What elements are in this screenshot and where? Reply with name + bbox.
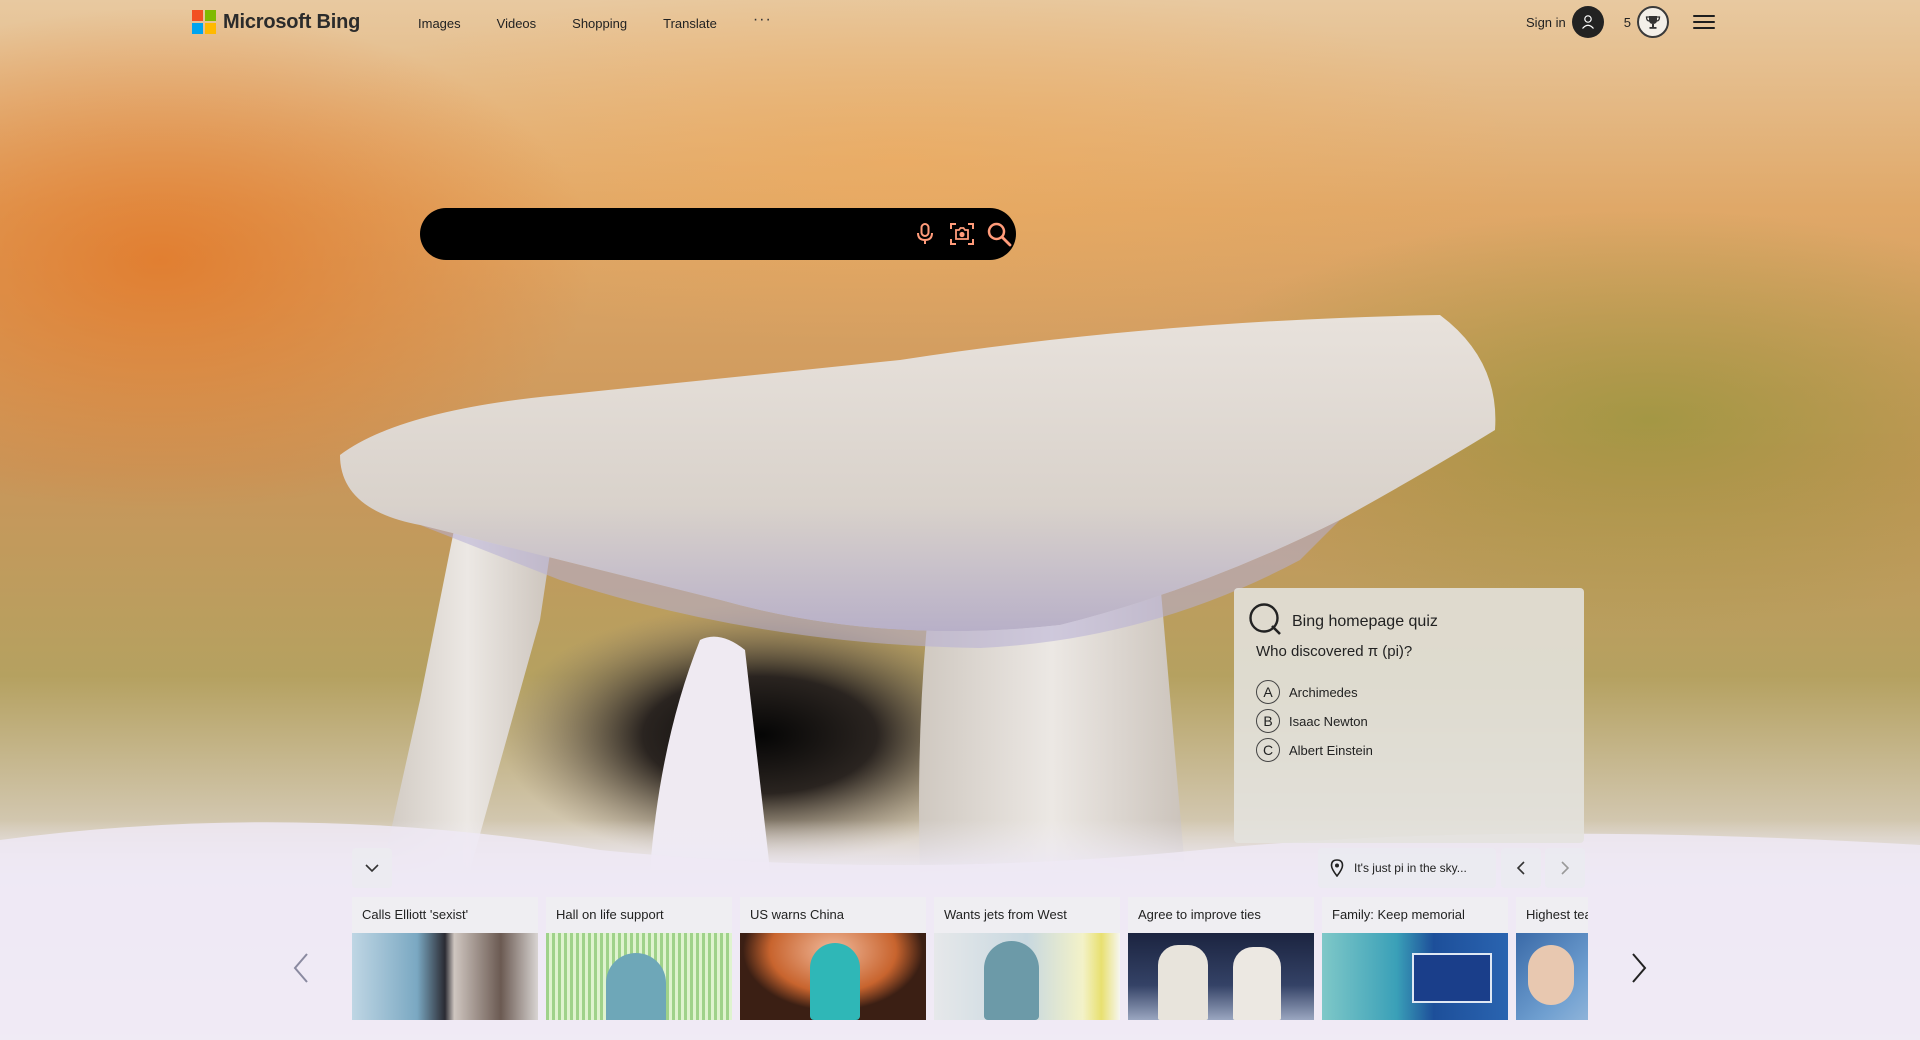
news-card[interactable]: Agree to improve ties — [1128, 897, 1314, 1020]
option-letter: B — [1256, 709, 1280, 733]
chevron-down-icon — [365, 864, 379, 873]
option-text: Isaac Newton — [1289, 713, 1368, 729]
quiz-header[interactable]: Bing homepage quiz — [1248, 602, 1438, 641]
news-card[interactable]: Highest tea — [1516, 897, 1588, 1020]
nav-images[interactable]: Images — [418, 16, 461, 31]
quiz-option-b[interactable]: B Isaac Newton — [1256, 709, 1368, 733]
news-thumbnail — [934, 933, 1120, 1020]
nav-shopping[interactable]: Shopping — [572, 16, 627, 31]
image-info-button[interactable]: It's just pi in the sky... — [1318, 848, 1496, 888]
next-image-button[interactable] — [1545, 848, 1585, 888]
quiz-option-a[interactable]: A Archimedes — [1256, 680, 1358, 704]
microphone-icon[interactable] — [912, 221, 938, 247]
rewards-count[interactable]: 5 — [1624, 15, 1631, 30]
search-icon[interactable] — [986, 221, 1012, 247]
search-box — [420, 208, 1016, 260]
carousel-prev-button[interactable] — [286, 948, 316, 988]
news-card[interactable]: Family: Keep memorial — [1322, 897, 1508, 1020]
news-thumbnail — [740, 933, 926, 1020]
account-area: Sign in 5 — [1526, 6, 1715, 38]
search-input[interactable] — [442, 220, 872, 248]
news-card[interactable]: Hall on life support — [546, 897, 732, 1020]
background-image — [0, 315, 1920, 1040]
news-title: Calls Elliott 'sexist' — [352, 897, 538, 933]
top-bar: Microsoft Bing Images Videos Shopping Tr… — [0, 0, 1920, 48]
news-card[interactable]: Wants jets from West — [934, 897, 1120, 1020]
option-letter: C — [1256, 738, 1280, 762]
news-title: Wants jets from West — [934, 897, 1120, 933]
option-letter: A — [1256, 680, 1280, 704]
previous-image-button[interactable] — [1501, 848, 1541, 888]
nav-translate[interactable]: Translate — [663, 16, 717, 31]
microsoft-logo-icon — [192, 10, 216, 34]
quiz-icon — [1248, 602, 1282, 641]
location-pin-icon — [1330, 859, 1344, 877]
carousel-next-button[interactable] — [1624, 948, 1654, 988]
news-thumbnail — [1128, 933, 1314, 1020]
quiz-title: Bing homepage quiz — [1292, 612, 1438, 630]
news-title: Hall on life support — [546, 897, 732, 933]
news-title: Family: Keep memorial — [1322, 897, 1508, 933]
sign-in-label[interactable]: Sign in — [1526, 15, 1566, 30]
news-card[interactable]: Calls Elliott 'sexist' — [352, 897, 538, 1020]
news-thumbnail — [352, 933, 538, 1020]
more-nav-button[interactable]: ··· — [753, 11, 772, 31]
news-title: Agree to improve ties — [1128, 897, 1314, 933]
homepage-quiz-card: Bing homepage quiz Who discovered π (pi)… — [1234, 588, 1584, 843]
rewards-trophy-icon[interactable] — [1637, 6, 1669, 38]
bing-logo[interactable]: Microsoft Bing — [192, 10, 360, 34]
nav-videos[interactable]: Videos — [497, 16, 537, 31]
news-thumbnail — [1322, 933, 1508, 1020]
news-title: Highest tea — [1516, 897, 1588, 933]
chevron-left-icon — [293, 953, 308, 983]
quiz-question: Who discovered π (pi)? — [1256, 643, 1413, 660]
news-carousel: Calls Elliott 'sexist' Hall on life supp… — [352, 897, 1588, 1020]
chevron-right-icon — [1561, 861, 1570, 875]
menu-hamburger-icon[interactable] — [1693, 13, 1715, 31]
collapse-feed-button[interactable] — [352, 848, 392, 888]
chevron-left-icon — [1516, 861, 1525, 875]
user-avatar-icon[interactable] — [1571, 6, 1604, 38]
option-text: Albert Einstein — [1289, 742, 1373, 758]
news-card[interactable]: US warns China — [740, 897, 926, 1020]
option-text: Archimedes — [1289, 684, 1358, 700]
quiz-option-c[interactable]: C Albert Einstein — [1256, 738, 1373, 762]
logo-text: Microsoft Bing — [223, 10, 361, 33]
news-thumbnail — [1516, 933, 1588, 1020]
image-caption: It's just pi in the sky... — [1354, 861, 1467, 875]
news-title: US warns China — [740, 897, 926, 933]
visual-search-icon[interactable] — [949, 221, 975, 247]
nav-bar: Images Videos Shopping Translate ··· — [418, 11, 772, 31]
chevron-right-icon — [1632, 953, 1647, 983]
news-thumbnail — [546, 933, 732, 1020]
